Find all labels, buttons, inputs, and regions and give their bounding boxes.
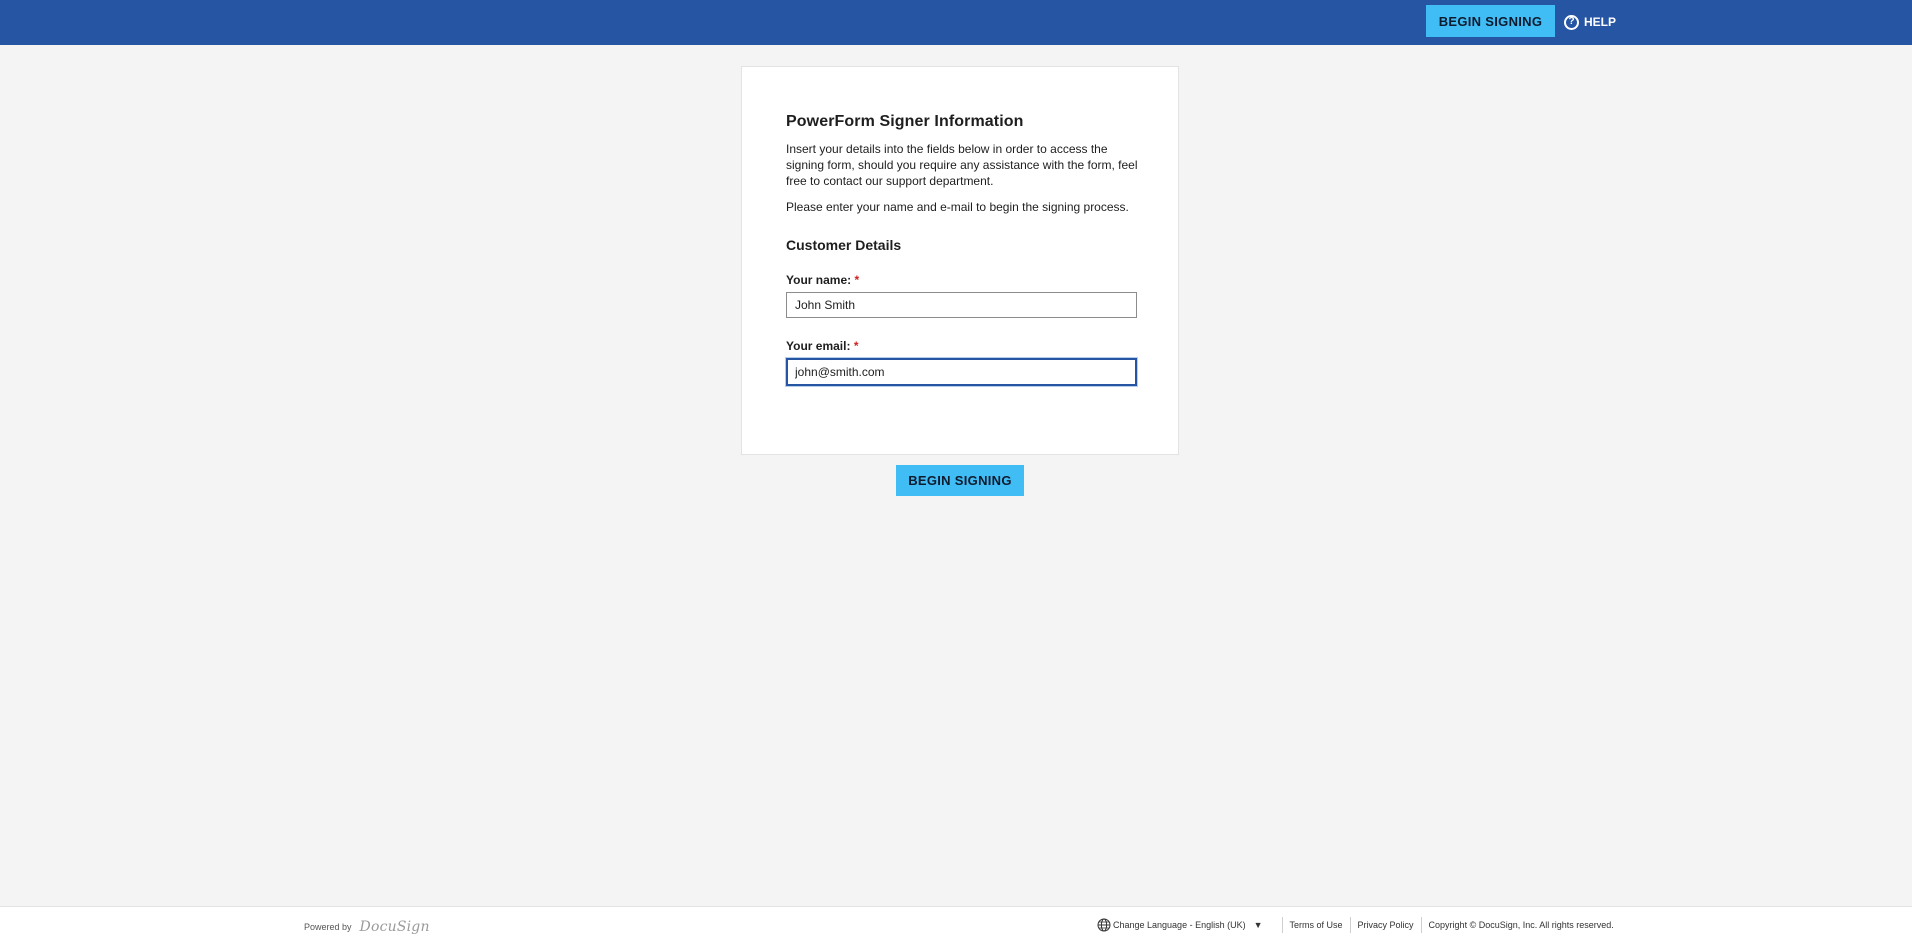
language-label: Change Language - English (UK) bbox=[1113, 920, 1246, 930]
email-label-text: Your email: bbox=[786, 339, 851, 353]
email-field-group: Your email: * bbox=[786, 339, 1138, 386]
question-circle-icon: ? bbox=[1564, 14, 1579, 30]
divider bbox=[1420, 917, 1422, 933]
section-title: Customer Details bbox=[786, 237, 902, 253]
globe-icon bbox=[1097, 918, 1111, 932]
help-label: HELP bbox=[1584, 15, 1617, 29]
name-field-group: Your name: * bbox=[786, 273, 1138, 318]
terms-link[interactable]: Terms of Use bbox=[1290, 920, 1343, 930]
powered-by: Powered by DocuSign bbox=[304, 919, 430, 935]
signer-info-card: PowerForm Signer Information Insert your… bbox=[741, 66, 1179, 455]
docusign-logo: DocuSign bbox=[359, 919, 430, 935]
privacy-link[interactable]: Privacy Policy bbox=[1358, 920, 1414, 930]
powered-by-label: Powered by bbox=[304, 922, 352, 932]
required-marker: * bbox=[854, 273, 860, 287]
top-bar: BEGIN SIGNING ? HELP bbox=[0, 0, 1912, 45]
required-marker: * bbox=[853, 339, 859, 353]
language-selector[interactable]: Change Language - English (UK) ▼ bbox=[1097, 918, 1275, 932]
card-title: PowerForm Signer Information bbox=[786, 113, 1024, 130]
footer-links: Change Language - English (UK) ▼ Terms o… bbox=[1097, 915, 1614, 935]
divider bbox=[1281, 917, 1283, 933]
name-label-text: Your name: bbox=[786, 273, 852, 287]
divider bbox=[1349, 917, 1351, 933]
intro-text: Insert your details into the fields belo… bbox=[786, 142, 1138, 188]
name-label: Your name: * bbox=[786, 273, 1138, 287]
footer: Powered by DocuSign Change Language - En… bbox=[0, 906, 1912, 944]
caret-down-icon: ▼ bbox=[1253, 920, 1263, 930]
name-input[interactable] bbox=[786, 292, 1137, 318]
header-begin-signing-button[interactable]: BEGIN SIGNING bbox=[1426, 5, 1555, 37]
copyright-text: Copyright © DocuSign, Inc. All rights re… bbox=[1428, 920, 1614, 930]
help-link[interactable]: ? HELP bbox=[1564, 13, 1616, 31]
instruction-text: Please enter your name and e-mail to beg… bbox=[786, 200, 1129, 214]
email-input[interactable] bbox=[786, 358, 1137, 386]
begin-signing-button[interactable]: BEGIN SIGNING bbox=[896, 465, 1024, 496]
email-label: Your email: * bbox=[786, 339, 1138, 353]
